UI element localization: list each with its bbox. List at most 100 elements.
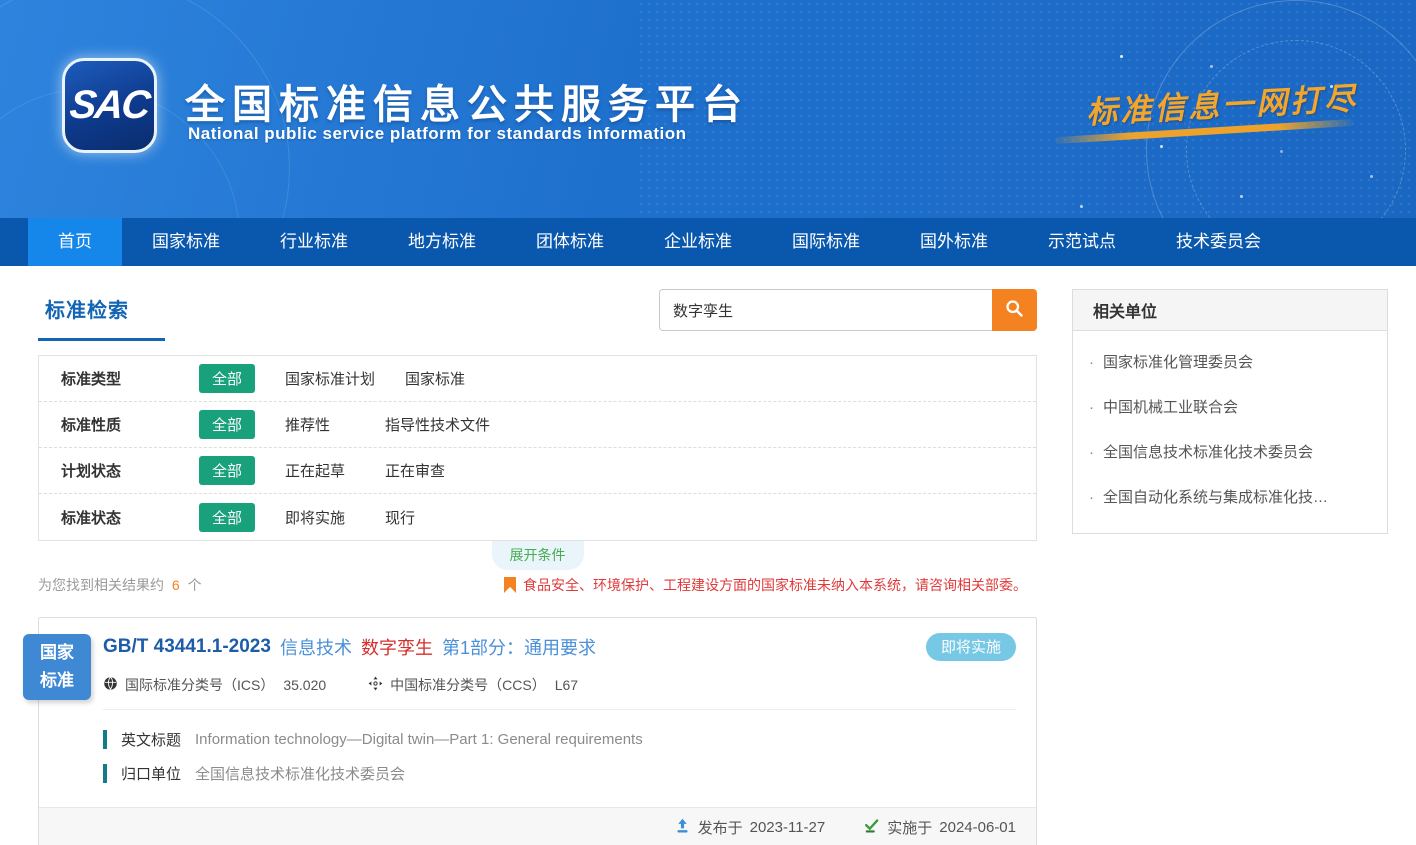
published-label: 发布于 [698, 817, 743, 838]
search-section: 标准检索 [38, 289, 1037, 341]
filter-option[interactable]: 现行 [385, 507, 455, 528]
ics-value: 35.020 [283, 677, 326, 693]
filter-label: 标准状态 [61, 507, 165, 528]
filter-all-button[interactable]: 全部 [199, 410, 255, 439]
teal-bar-icon [103, 730, 107, 749]
site-title: 全国标准信息公共服务平台 [185, 72, 749, 130]
section-title-wrap: 标准检索 [38, 289, 165, 341]
spark-dots [1120, 55, 1123, 58]
filter-row-standard-status: 标准状态 全部 即将实施 现行 [39, 494, 1036, 540]
nav-item-local-standards[interactable]: 地方标准 [378, 218, 506, 266]
implemented-label: 实施于 [887, 817, 932, 838]
notice: 食品安全、环境保护、工程建设方面的国家标准未纳入本系统，请咨询相关部委。 [504, 575, 1037, 595]
nav-item-international-standards[interactable]: 国际标准 [762, 218, 890, 266]
filter-option[interactable]: 正在审查 [385, 460, 455, 481]
site-header: SAC 全国标准信息公共服务平台 National public service… [0, 0, 1416, 218]
site-subtitle: National public service platform for sta… [188, 124, 686, 144]
related-units-panel: 相关单位 国家标准化管理委员会 中国机械工业联合会 全国信息技术标准化技术委员会… [1072, 289, 1388, 534]
standard-title-part1[interactable]: 信息技术 [280, 634, 352, 660]
filter-option[interactable]: 指导性技术文件 [385, 414, 490, 435]
filter-panel: 标准类型 全部 国家标准计划 国家标准 标准性质 全部 推荐性 指导性技术文件 … [38, 355, 1037, 541]
compass-icon [368, 676, 383, 694]
publish-upload-icon [674, 817, 691, 838]
filter-option[interactable]: 正在起草 [285, 460, 355, 481]
standard-code-link[interactable]: GB/T 43441.1-2023 [103, 636, 271, 658]
sidebar-item-sac[interactable]: 国家标准化管理委员会 [1087, 339, 1373, 384]
search-box [659, 289, 1037, 331]
filter-all-button[interactable]: 全部 [199, 456, 255, 485]
filter-all-button[interactable]: 全部 [199, 503, 255, 532]
ccs-label: 中国标准分类号（CCS） [390, 675, 546, 695]
national-standard-badge: 国家 标准 [23, 634, 91, 700]
classification-row: 国际标准分类号（ICS） 35.020 中国标准分类号（CCS） L67 [103, 675, 1016, 695]
filter-option[interactable]: 即将实施 [285, 507, 355, 528]
nav-item-pilot[interactable]: 示范试点 [1018, 218, 1146, 266]
card-body: GB/T 43441.1-2023 信息技术 数字孪生 第1部分：通用要求 即将… [39, 618, 1036, 807]
standard-title-row: GB/T 43441.1-2023 信息技术 数字孪生 第1部分：通用要求 即将… [103, 633, 1016, 661]
nav-item-national-standards[interactable]: 国家标准 [122, 218, 250, 266]
nav-item-industry-standards[interactable]: 行业标准 [250, 218, 378, 266]
bookmark-icon [504, 577, 516, 593]
published-date-group: 发布于 2023-11-27 [674, 817, 826, 838]
filter-label: 计划状态 [61, 460, 165, 481]
english-title-value: Information technology—Digital twin—Part… [195, 731, 643, 748]
search-icon [1004, 298, 1025, 322]
published-date: 2023-11-27 [750, 819, 826, 836]
nav-item-enterprise-standards[interactable]: 企业标准 [634, 218, 762, 266]
implemented-date-group: 实施于 2024-06-01 [863, 817, 1016, 838]
sidebar: 相关单位 国家标准化管理委员会 中国机械工业联合会 全国信息技术标准化技术委员会… [1072, 289, 1388, 534]
ics-label: 国际标准分类号（ICS） [125, 675, 274, 695]
filter-all-button[interactable]: 全部 [199, 364, 255, 393]
results-summary-row: 为您找到相关结果约 6 个 食品安全、环境保护、工程建设方面的国家标准未纳入本系… [38, 575, 1037, 595]
filter-label: 标准性质 [61, 414, 165, 435]
committee-row: 归口单位 全国信息技术标准化技术委员会 [103, 763, 1016, 784]
expand-conditions-button[interactable]: 展开条件 [492, 541, 584, 570]
implement-check-icon [863, 817, 880, 838]
filter-option[interactable]: 国家标准 [405, 368, 475, 389]
results-count: 6 [172, 577, 180, 593]
search-input[interactable] [659, 289, 992, 331]
globe-icon [103, 676, 118, 694]
badge-line1: 国家 [40, 639, 74, 667]
sidebar-item-automation-systems[interactable]: 全国自动化系统与集成标准化技… [1087, 474, 1373, 519]
related-units-title: 相关单位 [1073, 290, 1387, 331]
filter-row-standard-type: 标准类型 全部 国家标准计划 国家标准 [39, 356, 1036, 402]
nav-item-technical-committee[interactable]: 技术委员会 [1146, 218, 1291, 266]
ccs-value: L67 [555, 677, 578, 693]
implemented-date: 2024-06-01 [939, 819, 1016, 836]
content-area: 标准检索 标准类型 全部 国家标准计划 国家标准 [0, 266, 1416, 845]
filter-option[interactable]: 国家标准计划 [285, 368, 375, 389]
filter-option[interactable]: 推荐性 [285, 414, 355, 435]
sac-logo[interactable]: SAC [62, 58, 157, 153]
english-title-row: 英文标题 Information technology—Digital twin… [103, 729, 1016, 750]
filter-row-plan-status: 计划状态 全部 正在起草 正在审查 [39, 448, 1036, 494]
filter-row-standard-nature: 标准性质 全部 推荐性 指导性技术文件 [39, 402, 1036, 448]
ccs-group: 中国标准分类号（CCS） L67 [368, 675, 578, 695]
teal-bar-icon [103, 764, 107, 783]
sidebar-item-machinery-federation[interactable]: 中国机械工业联合会 [1087, 384, 1373, 429]
standard-title-highlight[interactable]: 数字孪生 [361, 634, 433, 660]
results-summary: 为您找到相关结果约 6 个 [38, 575, 202, 595]
search-button[interactable] [992, 289, 1037, 331]
main-nav: 首页 国家标准 行业标准 地方标准 团体标准 企业标准 国际标准 国外标准 示范… [0, 218, 1416, 266]
committee-value: 全国信息技术标准化技术委员会 [195, 763, 405, 784]
card-footer: 发布于 2023-11-27 实施于 2024-06-01 [39, 807, 1036, 845]
committee-label: 归口单位 [121, 763, 181, 784]
summary-suffix: 个 [188, 577, 202, 593]
standard-title-part2[interactable]: 第1部分：通用要求 [442, 634, 596, 660]
nav-item-foreign-standards[interactable]: 国外标准 [890, 218, 1018, 266]
filter-label: 标准类型 [61, 368, 165, 389]
sidebar-item-it-standardization[interactable]: 全国信息技术标准化技术委员会 [1087, 429, 1373, 474]
related-units-list: 国家标准化管理委员会 中国机械工业联合会 全国信息技术标准化技术委员会 全国自动… [1073, 331, 1387, 533]
summary-prefix: 为您找到相关结果约 [38, 577, 164, 593]
nav-item-home[interactable]: 首页 [28, 218, 122, 266]
sac-logo-text: SAC [68, 83, 151, 128]
nav-item-group-standards[interactable]: 团体标准 [506, 218, 634, 266]
ics-group: 国际标准分类号（ICS） 35.020 [103, 675, 326, 695]
info-rows: 英文标题 Information technology—Digital twin… [103, 710, 1016, 807]
main-column: 标准检索 标准类型 全部 国家标准计划 国家标准 [38, 289, 1037, 845]
english-title-label: 英文标题 [121, 729, 181, 750]
result-card: 国家 标准 GB/T 43441.1-2023 信息技术 数字孪生 第1部分：通… [38, 617, 1037, 845]
status-badge: 即将实施 [926, 633, 1016, 661]
page-title: 标准检索 [45, 300, 129, 322]
